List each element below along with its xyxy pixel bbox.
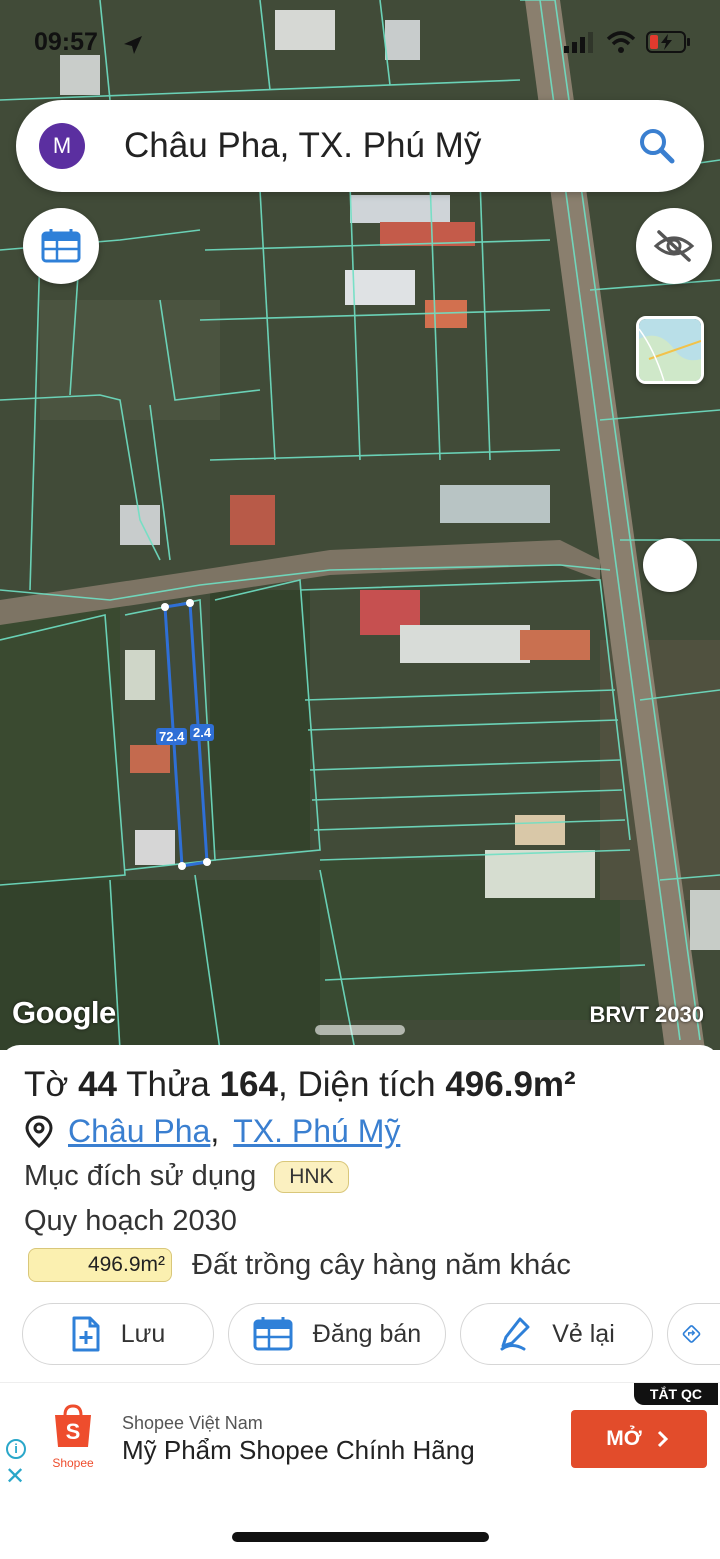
plan-area-chip: 496.9m² bbox=[28, 1248, 172, 1282]
title-prefix: Tờ bbox=[24, 1065, 69, 1104]
plan-land-type: Đất trồng cây hàng năm khác bbox=[192, 1248, 571, 1281]
location-town-link[interactable]: TX. Phú Mỹ bbox=[233, 1113, 400, 1150]
measure-label-width: 2.4 bbox=[190, 724, 215, 741]
purpose-label: Mục đích sử dụng bbox=[24, 1160, 257, 1192]
land-use-purpose: Mục đích sử dụng HNK bbox=[24, 1160, 349, 1193]
signal-icon bbox=[564, 32, 593, 53]
location-pin-icon bbox=[25, 1114, 53, 1148]
ad-advertiser: Shopee Việt Nam bbox=[122, 1413, 263, 1433]
toggle-overlay-button[interactable] bbox=[636, 208, 712, 284]
action-buttons: Lưu Đăng bán Vẻ lại bbox=[22, 1303, 720, 1365]
search-icon[interactable] bbox=[637, 126, 677, 166]
wifi-icon bbox=[606, 31, 636, 53]
planning-list-button[interactable] bbox=[23, 208, 99, 284]
search-query[interactable]: Châu Pha, TX. Phú Mỹ bbox=[124, 126, 637, 166]
post-for-sale-button[interactable]: Đăng bán bbox=[228, 1303, 446, 1365]
redraw-pen-icon bbox=[500, 1317, 530, 1351]
ad-open-label: MỞ bbox=[606, 1427, 642, 1450]
overlay-name-badge: BRVT 2030 bbox=[589, 1002, 704, 1027]
plan-label: Quy hoạch 2030 bbox=[24, 1205, 237, 1237]
plan-area-row: 496.9m² Đất trồng cây hàng năm khác bbox=[28, 1248, 571, 1282]
ad-open-button[interactable]: MỞ bbox=[571, 1410, 707, 1468]
save-button[interactable]: Lưu bbox=[22, 1303, 214, 1365]
satellite-map[interactable]: 72.4 2.4 09:57 M Châu Pha, TX. Phú Mỹ Go… bbox=[0, 0, 720, 1050]
area-label: Diện tích bbox=[297, 1065, 436, 1104]
save-label: Lưu bbox=[120, 1319, 166, 1348]
area-value: 496.9m² bbox=[445, 1065, 576, 1104]
status-time: 09:57 bbox=[34, 28, 98, 56]
shopee-brand-text: Shopee bbox=[52, 1456, 94, 1470]
svg-text:S: S bbox=[66, 1419, 81, 1444]
sheet-grabber[interactable] bbox=[315, 1025, 405, 1035]
directions-icon bbox=[682, 1325, 701, 1343]
location-commune-link[interactable]: Châu Pha bbox=[68, 1113, 210, 1150]
ad-headline: Mỹ Phẩm Shopee Chính Hãng bbox=[122, 1435, 475, 1465]
lot-label: Thửa bbox=[126, 1065, 210, 1104]
eye-off-icon bbox=[653, 230, 695, 262]
avatar[interactable]: M bbox=[39, 123, 85, 169]
map-layer-button[interactable] bbox=[636, 316, 704, 384]
ad-info-icon[interactable]: i bbox=[6, 1439, 26, 1459]
calendar-list-icon bbox=[253, 1317, 293, 1351]
purpose-code-badge[interactable]: HNK bbox=[274, 1160, 349, 1193]
sheet-number: 44 bbox=[78, 1065, 118, 1104]
search-bar[interactable]: M Châu Pha, TX. Phú Mỹ bbox=[16, 100, 704, 192]
home-indicator[interactable] bbox=[232, 1532, 489, 1542]
parcel-info-sheet[interactable]: Tờ 44 Thửa 164, Diện tích 496.9m² Châu P… bbox=[0, 1025, 720, 1385]
calendar-list-icon bbox=[41, 229, 81, 263]
location-arrow-icon bbox=[124, 36, 142, 54]
redraw-button[interactable]: Vẻ lại bbox=[460, 1303, 653, 1365]
post-for-sale-label: Đăng bán bbox=[312, 1319, 422, 1348]
lot-number: 164 bbox=[219, 1065, 278, 1104]
hide-ad-tag[interactable]: TẮT QC bbox=[633, 1383, 718, 1405]
ad-close-icon[interactable]: ✕ bbox=[5, 1465, 25, 1489]
google-attribution: Google bbox=[12, 995, 116, 1030]
redraw-label: Vẻ lại bbox=[552, 1319, 615, 1348]
status-bar: 09:57 bbox=[0, 20, 720, 70]
directions-button[interactable] bbox=[667, 1303, 720, 1365]
add-file-icon bbox=[72, 1316, 100, 1352]
status-icons bbox=[564, 30, 692, 54]
battery-charging-icon bbox=[646, 31, 690, 53]
parcel-location: Châu Pha, TX. Phú Mỹ bbox=[24, 1113, 400, 1150]
shopee-bag-icon: S bbox=[55, 1404, 91, 1447]
chevron-right-icon bbox=[657, 1430, 668, 1448]
measure-label-length: 72.4 bbox=[156, 728, 188, 745]
ad-banner[interactable]: TẮT QC S Shopee Shopee Việt Nam Mỹ Phẩm … bbox=[0, 1382, 720, 1494]
parcel-title: Tờ 44 Thửa 164, Diện tích 496.9m² bbox=[24, 1065, 576, 1104]
shopee-logo: S Shopee bbox=[48, 1403, 98, 1470]
map-handle[interactable] bbox=[643, 538, 697, 592]
map-layer-thumbnail bbox=[639, 319, 701, 381]
